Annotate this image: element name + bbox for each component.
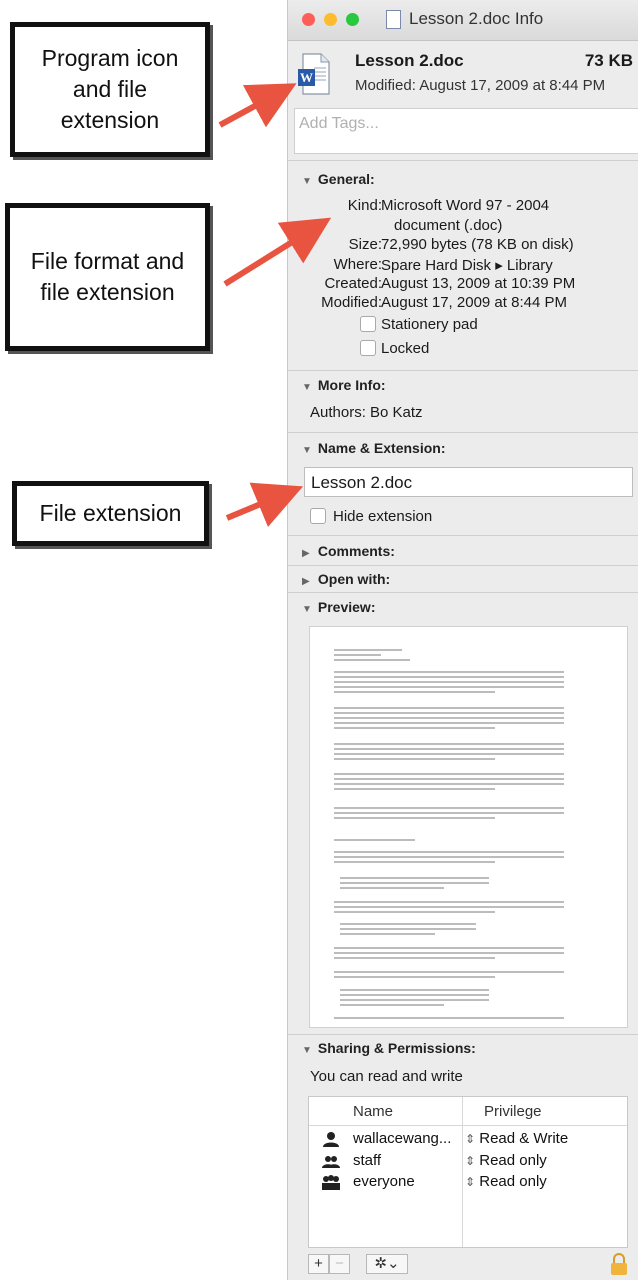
arrow-to-program-icon — [218, 83, 297, 128]
arrow-to-kind — [223, 217, 332, 287]
arrow-to-name-field — [225, 482, 304, 527]
arrows-overlay — [218, 83, 332, 527]
